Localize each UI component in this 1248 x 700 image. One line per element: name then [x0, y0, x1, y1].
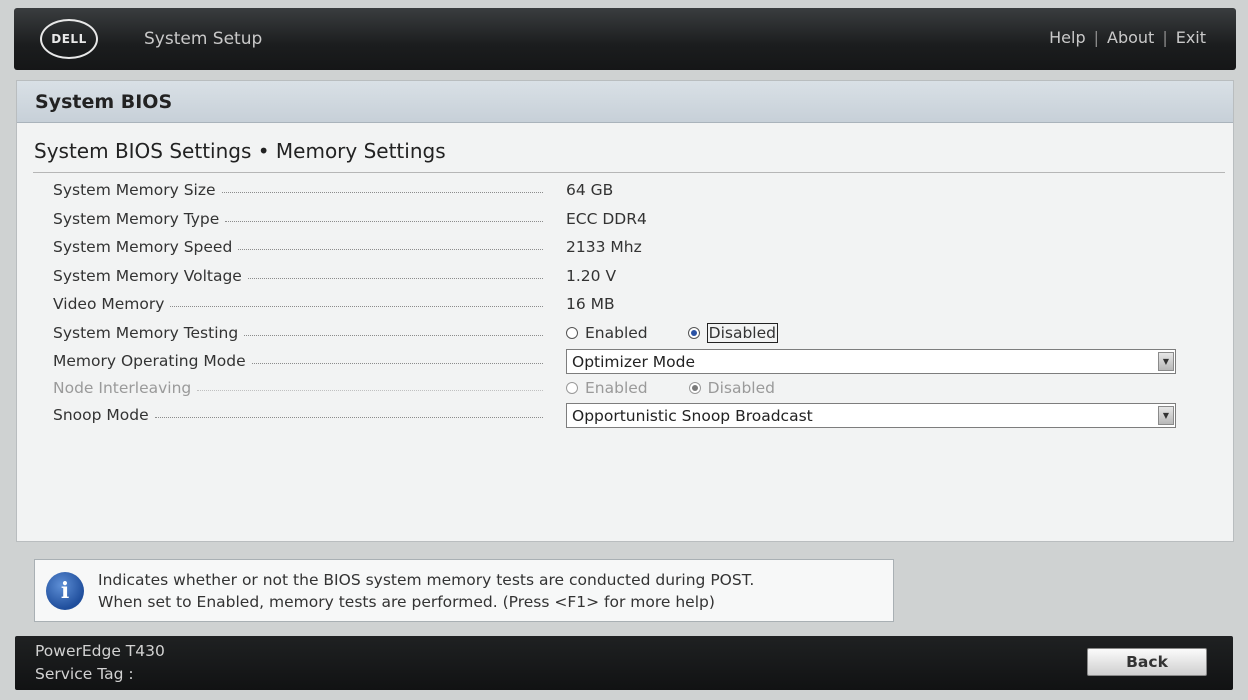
setting-row-memory-operating-mode: Memory Operating Mode Optimizer Mode ▼: [53, 348, 1193, 374]
option-label: Enabled: [585, 324, 648, 342]
back-button[interactable]: Back: [1087, 648, 1207, 676]
exit-link[interactable]: Exit: [1176, 28, 1206, 47]
help-text-line: Indicates whether or not the BIOS system…: [98, 570, 755, 589]
setting-label: Memory Operating Mode: [53, 352, 246, 370]
memory-operating-mode-select[interactable]: Optimizer Mode ▼: [566, 349, 1176, 374]
setting-label: Snoop Mode: [53, 406, 149, 424]
option-label: Disabled: [706, 323, 778, 343]
setting-value: 2133 Mhz: [566, 238, 642, 256]
setting-label: System Memory Voltage: [53, 267, 242, 285]
node-interleaving-enabled-option: Enabled: [566, 379, 648, 397]
setting-label: Node Interleaving: [53, 379, 192, 397]
setting-value: 16 MB: [566, 295, 615, 313]
top-header-bar: DELL System Setup Help | About | Exit: [14, 8, 1236, 70]
app-title: System Setup: [144, 29, 263, 49]
setting-value: 1.20 V: [566, 267, 617, 285]
option-label: Enabled: [585, 379, 648, 397]
select-value: Opportunistic Snoop Broadcast: [572, 406, 813, 425]
setting-row-node-interleaving: Node Interleaving Enabled Disabled: [53, 375, 1193, 401]
system-model: PowerEdge T430: [35, 642, 165, 660]
memory-testing-radio-group: Enabled Disabled: [566, 320, 818, 346]
setting-row-memory-size: System Memory Size 64 GB: [53, 177, 1193, 203]
header-links: Help | About | Exit: [1049, 28, 1206, 47]
setting-value: 64 GB: [566, 181, 614, 199]
node-interleaving-radio-group: Enabled Disabled: [566, 375, 815, 401]
snoop-mode-select[interactable]: Opportunistic Snoop Broadcast ▼: [566, 403, 1176, 428]
link-separator: |: [1093, 28, 1099, 47]
service-tag: Service Tag :: [35, 665, 134, 683]
settings-panel: System BIOS System BIOS Settings • Memor…: [16, 80, 1234, 542]
dropdown-arrow-icon[interactable]: ▼: [1158, 352, 1174, 371]
help-text-line: When set to Enabled, memory tests are pe…: [98, 592, 715, 611]
setting-label: System Memory Size: [53, 181, 216, 199]
setting-row-memory-type: System Memory Type ECC DDR4: [53, 206, 1193, 232]
node-interleaving-disabled-option: Disabled: [688, 379, 775, 397]
divider: [33, 172, 1225, 173]
setting-label: System Memory Type: [53, 210, 220, 228]
setting-row-video-memory: Video Memory 16 MB: [53, 291, 1193, 317]
select-value: Optimizer Mode: [572, 352, 696, 371]
setting-label: Video Memory: [53, 295, 165, 313]
page-subtitle: System BIOS Settings • Memory Settings: [34, 139, 446, 163]
dropdown-arrow-icon[interactable]: ▼: [1158, 406, 1174, 425]
setting-label: System Memory Speed: [53, 238, 233, 256]
help-text: Indicates whether or not the BIOS system…: [98, 569, 754, 613]
radio-button: [566, 382, 578, 394]
setting-row-memory-speed: System Memory Speed 2133 Mhz: [53, 234, 1193, 260]
setting-label: System Memory Testing: [53, 324, 239, 342]
memory-testing-enabled-option[interactable]: Enabled: [566, 324, 648, 342]
info-icon: i: [46, 571, 84, 610]
help-box: i Indicates whether or not the BIOS syst…: [34, 559, 894, 622]
setting-row-memory-testing: System Memory Testing Enabled Disabled: [53, 320, 1193, 346]
help-link[interactable]: Help: [1049, 28, 1085, 47]
panel-title: System BIOS: [17, 81, 1233, 123]
radio-button[interactable]: [566, 327, 578, 339]
dell-logo: DELL: [40, 19, 98, 59]
option-label: Disabled: [707, 379, 775, 397]
setting-row-memory-voltage: System Memory Voltage 1.20 V: [53, 263, 1193, 289]
footer-bar: PowerEdge T430 Service Tag : Back: [15, 636, 1233, 690]
memory-testing-disabled-option[interactable]: Disabled: [687, 323, 778, 343]
radio-button-selected[interactable]: [687, 327, 700, 339]
link-separator: |: [1162, 28, 1168, 47]
setting-row-snoop-mode: Snoop Mode Opportunistic Snoop Broadcast…: [53, 402, 1193, 428]
radio-button-selected: [688, 382, 701, 394]
about-link[interactable]: About: [1107, 28, 1154, 47]
setting-value: ECC DDR4: [566, 210, 647, 228]
